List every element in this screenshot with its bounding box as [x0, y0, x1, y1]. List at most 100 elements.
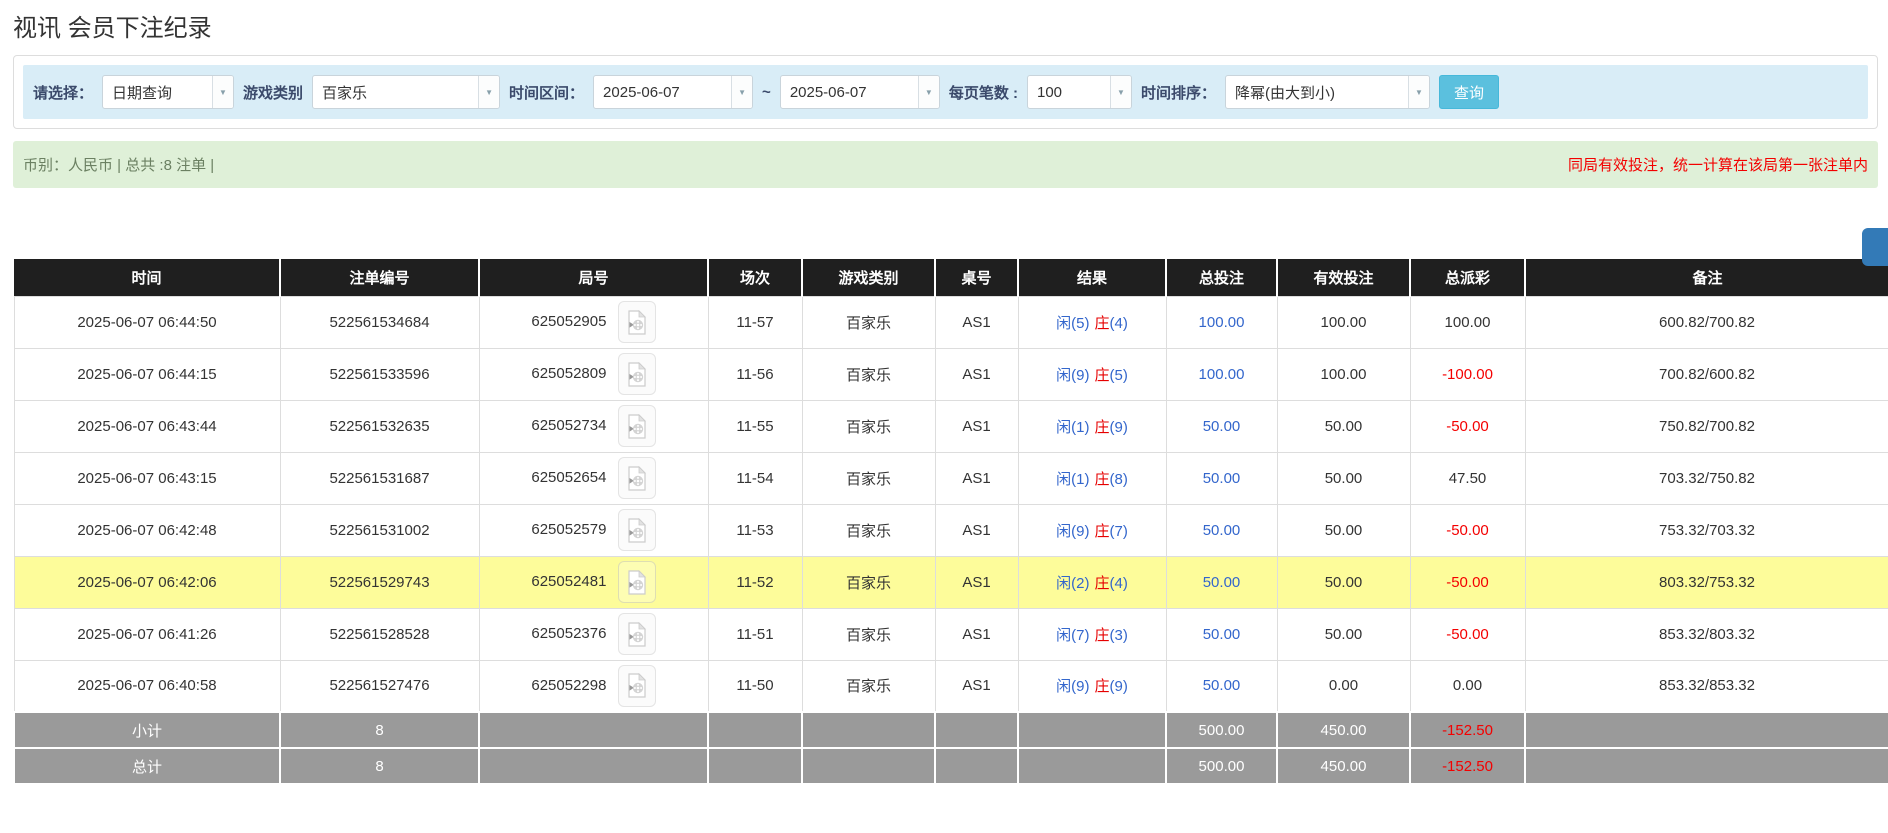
cell-payout: 47.50 [1410, 452, 1525, 504]
sort-order-select[interactable]: 降幂(由大到小) ▼ [1225, 75, 1430, 109]
total-bet-link[interactable]: 50.00 [1203, 677, 1241, 694]
sort-order-value: 降幂(由大到小) [1226, 76, 1408, 108]
cell-total-bet: 100.00 [1166, 348, 1277, 400]
result-player: 闲(1) [1056, 419, 1089, 436]
total-bet-link[interactable]: 50.00 [1203, 418, 1241, 435]
page-size-value: 100 [1028, 76, 1110, 108]
col-header-payout: 总派彩 [1410, 259, 1525, 296]
result-player: 闲(1) [1056, 471, 1089, 488]
video-replay-button[interactable] [618, 665, 656, 707]
chevron-down-icon[interactable]: ▼ [1110, 76, 1131, 108]
result-banker-score: (4) [1110, 315, 1128, 332]
cell-payout: 0.00 [1410, 660, 1525, 712]
date-range-label: 时间区间： [509, 82, 584, 103]
total-bet-link[interactable]: 100.00 [1199, 314, 1245, 331]
total-label: 总计 [14, 748, 280, 784]
col-header-time: 时间 [14, 259, 280, 296]
cell-note: 750.82/700.82 [1525, 400, 1888, 452]
cell-game-type: 百家乐 [802, 608, 935, 660]
cell-note: 803.32/753.32 [1525, 556, 1888, 608]
table-row: 2025-06-07 06:42:48 522561531002 6250525… [14, 504, 1888, 556]
cell-result: 闲(7)庄(3) [1018, 608, 1166, 660]
search-button[interactable]: 查询 [1439, 75, 1499, 109]
summary-bar: 币别：人民币 | 总共 :8 注单 | 同局有效投注，统一计算在该局第一张注单内 [13, 141, 1878, 188]
cell-time: 2025-06-07 06:43:44 [14, 400, 280, 452]
game-type-value: 百家乐 [313, 76, 478, 108]
cell-time: 2025-06-07 06:42:48 [14, 504, 280, 556]
video-replay-button[interactable] [618, 457, 656, 499]
round-id-text: 625052376 [531, 625, 606, 642]
round-id-text: 625052579 [531, 521, 606, 538]
chevron-down-icon[interactable]: ▼ [212, 76, 233, 108]
col-header-total-bet: 总投注 [1166, 259, 1277, 296]
page-size-select[interactable]: 100 ▼ [1027, 75, 1132, 109]
video-replay-button[interactable] [618, 353, 656, 395]
col-header-note: 备注 [1525, 259, 1888, 296]
sort-order-label: 时间排序： [1141, 82, 1216, 103]
video-replay-button[interactable] [618, 561, 656, 603]
cell-game-type: 百家乐 [802, 504, 935, 556]
total-bet-link[interactable]: 50.00 [1203, 626, 1241, 643]
video-file-icon [627, 414, 647, 439]
query-type-select[interactable]: 日期查询 ▼ [102, 75, 234, 109]
cell-total-bet: 50.00 [1166, 608, 1277, 660]
table-row: 2025-06-07 06:41:26 522561528528 6250523… [14, 608, 1888, 660]
video-file-icon [627, 622, 647, 647]
cell-result: 闲(9)庄(5) [1018, 348, 1166, 400]
currency-summary-text: 币别：人民币 | 总共 :8 注单 | [23, 154, 214, 175]
video-replay-button[interactable] [618, 509, 656, 551]
table-body: 2025-06-07 06:44:50 522561534684 6250529… [14, 296, 1888, 712]
col-header-valid-bet: 有效投注 [1277, 259, 1410, 296]
cell-round-id: 625052654 [479, 452, 708, 504]
chevron-down-icon[interactable]: ▼ [478, 76, 499, 108]
result-banker-score: (4) [1110, 575, 1128, 592]
col-header-bet-id: 注单编号 [280, 259, 479, 296]
cell-session: 11-55 [708, 400, 802, 452]
game-type-select[interactable]: 百家乐 ▼ [312, 75, 500, 109]
cell-session: 11-56 [708, 348, 802, 400]
total-bet-link[interactable]: 50.00 [1203, 470, 1241, 487]
date-from-select[interactable]: 2025-06-07 ▼ [593, 75, 753, 109]
table-row: 2025-06-07 06:40:58 522561527476 6250522… [14, 660, 1888, 712]
result-banker: 庄 [1095, 419, 1110, 436]
result-player: 闲(7) [1056, 627, 1089, 644]
result-banker-score: (9) [1110, 678, 1128, 695]
result-player: 闲(9) [1056, 523, 1089, 540]
cell-total-bet: 50.00 [1166, 452, 1277, 504]
cell-round-id: 625052734 [479, 400, 708, 452]
edge-partial-button[interactable] [1862, 228, 1888, 266]
round-id-text: 625052734 [531, 417, 606, 434]
result-banker: 庄 [1095, 575, 1110, 592]
cell-session: 11-50 [708, 660, 802, 712]
video-replay-button[interactable] [618, 301, 656, 343]
table-header-row: 时间 注单编号 局号 场次 游戏类别 桌号 结果 总投注 有效投注 总派彩 备注 [14, 259, 1888, 296]
video-replay-button[interactable] [618, 405, 656, 447]
cell-bet-id: 522561532635 [280, 400, 479, 452]
chevron-down-icon[interactable]: ▼ [918, 76, 939, 108]
total-bet-link[interactable]: 100.00 [1199, 366, 1245, 383]
cell-valid-bet: 0.00 [1277, 660, 1410, 712]
cell-result: 闲(1)庄(9) [1018, 400, 1166, 452]
table-row: 2025-06-07 06:43:44 522561532635 6250527… [14, 400, 1888, 452]
date-to-select[interactable]: 2025-06-07 ▼ [780, 75, 940, 109]
cell-valid-bet: 50.00 [1277, 556, 1410, 608]
cell-total-bet: 50.00 [1166, 504, 1277, 556]
cell-bet-id: 522561529743 [280, 556, 479, 608]
cell-valid-bet: 50.00 [1277, 608, 1410, 660]
result-player: 闲(9) [1056, 367, 1089, 384]
col-header-result: 结果 [1018, 259, 1166, 296]
cell-round-id: 625052809 [479, 348, 708, 400]
round-id-text: 625052298 [531, 677, 606, 694]
cell-note: 853.32/803.32 [1525, 608, 1888, 660]
result-banker: 庄 [1095, 315, 1110, 332]
subtotal-label: 小计 [14, 712, 280, 748]
video-file-icon [627, 570, 647, 595]
video-replay-button[interactable] [618, 613, 656, 655]
chevron-down-icon[interactable]: ▼ [731, 76, 752, 108]
total-bet-link[interactable]: 50.00 [1203, 522, 1241, 539]
cell-payout: -50.00 [1410, 608, 1525, 660]
page-size-label: 每页笔数 : [949, 82, 1018, 103]
chevron-down-icon[interactable]: ▼ [1408, 76, 1429, 108]
result-banker-score: (3) [1110, 627, 1128, 644]
total-bet-link[interactable]: 50.00 [1203, 574, 1241, 591]
